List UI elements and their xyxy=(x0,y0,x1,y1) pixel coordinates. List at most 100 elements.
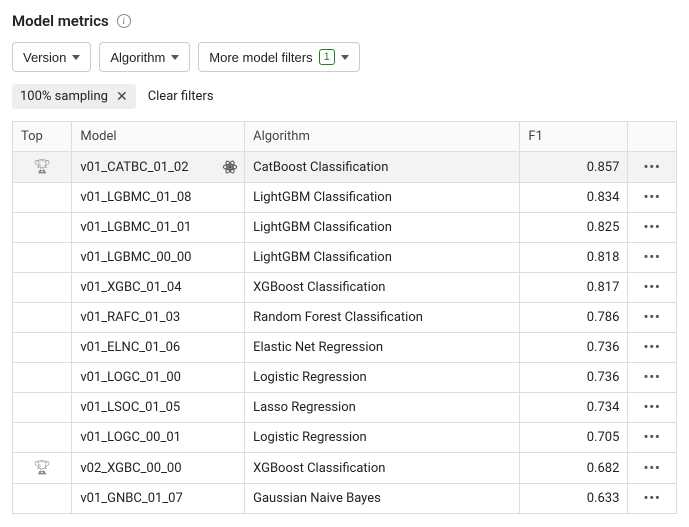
model-name: v01_LOGC_00_01 xyxy=(80,430,181,445)
top-cell xyxy=(13,243,72,273)
model-name: v01_LGBMC_01_08 xyxy=(80,190,191,205)
model-name: v01_XGBC_01_04 xyxy=(80,280,181,295)
algorithm-cell: LightGBM Classification xyxy=(245,213,520,243)
table-row[interactable]: 🏆︎ v02_XGBC_00_00 XGBoost Classification0.… xyxy=(13,453,677,484)
header: Model metrics i xyxy=(12,12,677,30)
table-row[interactable]: v01_GNBC_01_07Gaussian Naive Bayes0.633•… xyxy=(13,484,677,514)
model-cell[interactable]: v01_LGBMC_01_01 xyxy=(72,213,245,243)
more-icon: ••• xyxy=(644,461,661,476)
algorithm-filter-label: Algorithm xyxy=(110,50,165,65)
top-cell xyxy=(13,183,72,213)
sampling-chip[interactable]: 100% sampling ✕ xyxy=(12,84,136,109)
filter-bar: Version Algorithm More model filters 1 xyxy=(12,42,677,72)
more-icon: ••• xyxy=(644,340,661,355)
table-row[interactable]: v01_RAFC_01_03Random Forest Classificati… xyxy=(13,303,677,333)
trophy-icon: 🏆︎ xyxy=(33,460,51,476)
f1-cell: 0.857 xyxy=(520,152,628,183)
more-icon: ••• xyxy=(644,310,661,325)
top-cell xyxy=(13,273,72,303)
col-header-top[interactable]: Top xyxy=(13,122,72,152)
col-header-f1[interactable]: F1 xyxy=(520,122,628,152)
model-name: v01_ELNC_01_06 xyxy=(80,340,180,355)
top-cell xyxy=(13,393,72,423)
model-cell[interactable]: v01_XGBC_01_04 xyxy=(72,273,245,303)
table-row[interactable]: v01_LGBMC_00_00LightGBM Classification0.… xyxy=(13,243,677,273)
row-actions-button[interactable]: ••• xyxy=(628,243,677,273)
table-row[interactable]: v01_ELNC_01_06Elastic Net Regression0.73… xyxy=(13,333,677,363)
model-name: v01_LGBMC_01_01 xyxy=(80,220,191,235)
row-actions-button[interactable]: ••• xyxy=(628,213,677,243)
model-cell[interactable]: v01_LOGC_00_01 xyxy=(72,423,245,453)
top-cell xyxy=(13,363,72,393)
table-row[interactable]: v01_LSOC_01_05Lasso Regression0.734••• xyxy=(13,393,677,423)
version-filter-label: Version xyxy=(23,50,66,65)
model-name: v02_XGBC_00_00 xyxy=(80,461,181,476)
model-cell[interactable]: v01_LOGC_01_00 xyxy=(72,363,245,393)
trophy-icon: 🏆︎ xyxy=(33,159,51,175)
more-filters-button[interactable]: More model filters 1 xyxy=(198,42,359,72)
model-cell[interactable]: v01_CATBC_01_02 xyxy=(72,152,245,183)
f1-cell: 0.705 xyxy=(520,423,628,453)
row-actions-button[interactable]: ••• xyxy=(628,152,677,183)
algorithm-cell: Logistic Regression xyxy=(245,363,520,393)
model-cell[interactable]: v02_XGBC_00_00 xyxy=(72,453,245,484)
row-actions-button[interactable]: ••• xyxy=(628,423,677,453)
row-actions-button[interactable]: ••• xyxy=(628,333,677,363)
row-actions-button[interactable]: ••• xyxy=(628,183,677,213)
info-icon[interactable]: i xyxy=(117,14,131,28)
more-icon: ••• xyxy=(644,160,661,175)
f1-cell: 0.734 xyxy=(520,393,628,423)
top-cell xyxy=(13,423,72,453)
row-actions-button[interactable]: ••• xyxy=(628,393,677,423)
algorithm-cell: LightGBM Classification xyxy=(245,243,520,273)
more-icon: ••• xyxy=(644,430,661,445)
table-row[interactable]: v01_LGBMC_01_08LightGBM Classification0.… xyxy=(13,183,677,213)
clear-filters-link[interactable]: Clear filters xyxy=(148,89,214,104)
close-icon[interactable]: ✕ xyxy=(116,90,128,104)
algorithm-cell: Logistic Regression xyxy=(245,423,520,453)
f1-cell: 0.682 xyxy=(520,453,628,484)
row-actions-button[interactable]: ••• xyxy=(628,363,677,393)
more-icon: ••• xyxy=(644,220,661,235)
more-icon: ••• xyxy=(644,491,661,506)
table-header-row: Top Model Algorithm F1 xyxy=(13,122,677,152)
model-cell[interactable]: v01_LSOC_01_05 xyxy=(72,393,245,423)
table-row[interactable]: v01_LGBMC_01_01LightGBM Classification0.… xyxy=(13,213,677,243)
row-actions-button[interactable]: ••• xyxy=(628,484,677,514)
model-name: v01_LGBMC_00_00 xyxy=(80,250,191,265)
table-row[interactable]: v01_LOGC_00_01 Logistic Regression0.705 ••… xyxy=(13,423,677,453)
f1-cell: 0.736 xyxy=(520,363,628,393)
model-name: v01_CATBC_01_02 xyxy=(80,160,188,175)
row-actions-button[interactable]: ••• xyxy=(628,303,677,333)
algorithm-cell: Lasso Regression xyxy=(245,393,520,423)
row-actions-button[interactable]: ••• xyxy=(628,273,677,303)
page-title: Model metrics xyxy=(12,12,109,30)
table-row[interactable]: v01_LOGC_01_00 Logistic Regression0.736••… xyxy=(13,363,677,393)
chevron-down-icon xyxy=(341,55,349,60)
top-cell xyxy=(13,333,72,363)
row-actions-button[interactable]: ••• xyxy=(628,453,677,484)
table-row[interactable]: 🏆︎ v01_CATBC_01_02 CatBoost Classification… xyxy=(13,152,677,183)
f1-cell: 0.834 xyxy=(520,183,628,213)
more-icon: ••• xyxy=(644,190,661,205)
sampling-chip-label: 100% sampling xyxy=(20,89,108,104)
more-filters-badge: 1 xyxy=(319,49,335,65)
model-cell[interactable]: v01_ELNC_01_06 xyxy=(72,333,245,363)
table-row[interactable]: v01_XGBC_01_04XGBoost Classification0.81… xyxy=(13,273,677,303)
algorithm-cell: CatBoost Classification xyxy=(245,152,520,183)
col-header-algorithm[interactable]: Algorithm xyxy=(245,122,520,152)
col-header-actions xyxy=(628,122,677,152)
model-cell[interactable]: v01_LGBMC_01_08 xyxy=(72,183,245,213)
model-cell[interactable]: v01_RAFC_01_03 xyxy=(72,303,245,333)
model-cell[interactable]: v01_GNBC_01_07 xyxy=(72,484,245,514)
chevron-down-icon xyxy=(72,55,80,60)
top-cell: 🏆︎ xyxy=(13,453,72,484)
model-cell[interactable]: v01_LGBMC_00_00 xyxy=(72,243,245,273)
algorithm-cell: XGBoost Classification xyxy=(245,453,520,484)
model-name: v01_LOGC_01_00 xyxy=(80,370,181,385)
algorithm-cell: Random Forest Classification xyxy=(245,303,520,333)
col-header-model[interactable]: Model xyxy=(72,122,245,152)
version-filter-button[interactable]: Version xyxy=(12,42,91,72)
more-icon: ••• xyxy=(644,280,661,295)
algorithm-filter-button[interactable]: Algorithm xyxy=(99,42,190,72)
